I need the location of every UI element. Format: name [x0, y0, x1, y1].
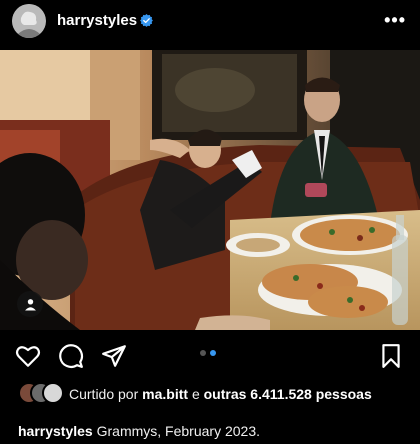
likes-text: Curtido por ma.bitt e outras 6.411.528 p… — [69, 385, 409, 403]
comment-icon[interactable] — [58, 343, 84, 369]
likes-suffix[interactable]: pessoas — [316, 386, 372, 402]
caption-text: Grammys, February 2023. — [96, 423, 260, 439]
likes-count[interactable]: outras 6.411.528 — [204, 386, 312, 402]
liker-avatar — [42, 382, 64, 404]
heart-icon[interactable] — [15, 343, 41, 369]
carousel-dot — [200, 350, 206, 356]
user-tag-button[interactable] — [17, 291, 43, 317]
liker-avatars — [18, 382, 68, 404]
restaurant-photo — [0, 50, 420, 330]
user-tag-icon — [24, 298, 36, 310]
likes-summary[interactable]: Curtido por ma.bitt e outras 6.411.528 p… — [18, 382, 408, 418]
carousel-indicator — [200, 350, 216, 356]
liker-username[interactable]: ma.bitt — [142, 386, 188, 402]
post-caption: harrystyles Grammys, February 2023. — [18, 423, 260, 439]
verified-badge-icon — [140, 14, 153, 27]
post-username[interactable]: harrystyles — [57, 12, 137, 29]
share-icon[interactable] — [101, 343, 127, 369]
post-header: harrystyles ••• — [0, 0, 420, 44]
profile-avatar[interactable] — [12, 4, 46, 38]
carousel-dot-active — [210, 350, 216, 356]
likes-prefix: Curtido por — [69, 386, 139, 402]
likes-connector: e — [191, 386, 200, 402]
post-photo[interactable] — [0, 50, 420, 330]
caption-username[interactable]: harrystyles — [18, 423, 93, 439]
more-options-button[interactable]: ••• — [384, 10, 406, 31]
bookmark-icon[interactable] — [378, 343, 404, 369]
